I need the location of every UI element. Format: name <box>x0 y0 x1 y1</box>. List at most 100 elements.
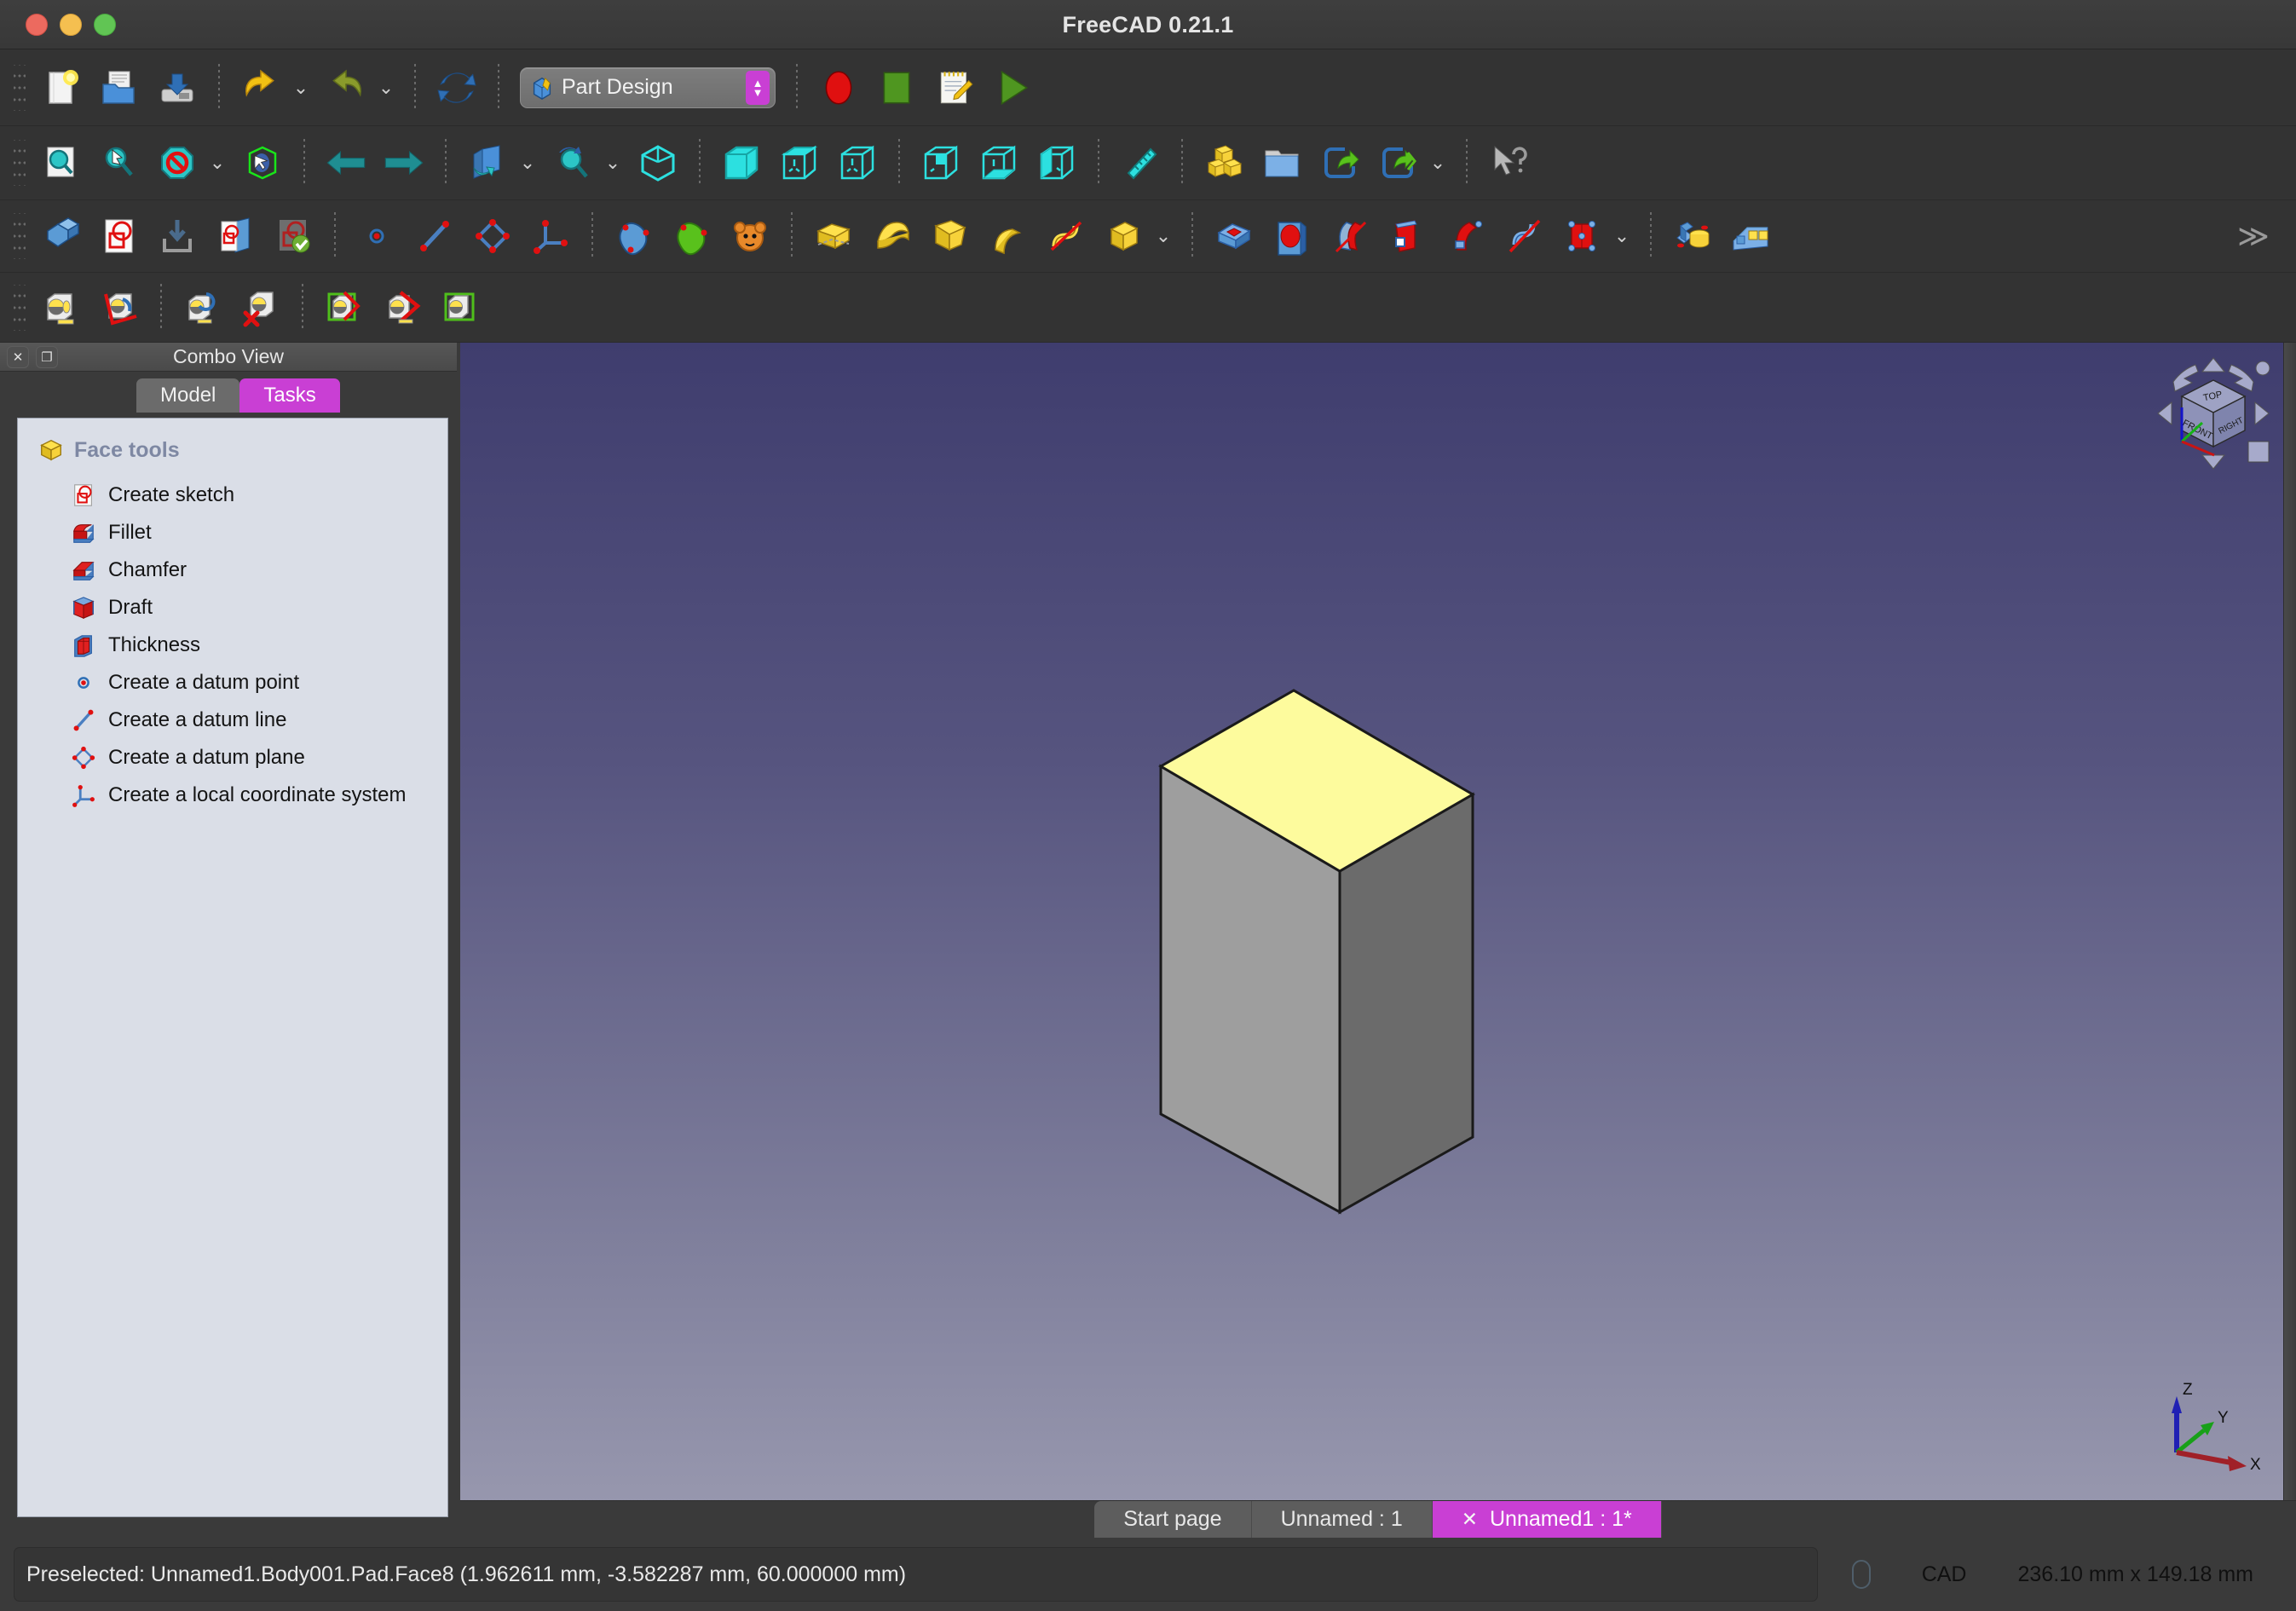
pattern-button[interactable] <box>1724 210 1777 263</box>
datum-plane-button[interactable] <box>466 210 519 263</box>
select-visible-button[interactable] <box>236 136 289 189</box>
task-item-draft[interactable]: Draft <box>71 589 447 626</box>
attach-sketch-button[interactable] <box>151 210 204 263</box>
execute-macro-button[interactable] <box>986 61 1039 114</box>
3d-viewport[interactable]: TOP FRONT RIGHT Z Y X <box>460 343 2296 1536</box>
front-view-button[interactable] <box>715 136 768 189</box>
document-tab-unnamed-1[interactable]: Unnamed : 1 <box>1251 1500 1433 1539</box>
minimize-window-button[interactable] <box>60 13 82 36</box>
subtractive-primitive-dropdown-chevron-icon[interactable]: ⌄ <box>1611 210 1633 263</box>
undo-dropdown-chevron-icon[interactable]: ⌄ <box>290 61 312 114</box>
group-button[interactable] <box>1255 136 1308 189</box>
additive-primitive-button[interactable] <box>1097 210 1150 263</box>
workbench-dropdown-icon[interactable]: ▲ ▼ <box>746 70 770 105</box>
new-document-button[interactable] <box>35 61 88 114</box>
additive-helix-button[interactable] <box>1039 210 1092 263</box>
redo-button[interactable] <box>320 61 372 114</box>
link-actions-dropdown-chevron-icon[interactable]: ⌄ <box>1427 136 1449 189</box>
datum-line-button[interactable] <box>408 210 461 263</box>
link-button[interactable] <box>1313 136 1366 189</box>
subtractive-helix-button[interactable] <box>1497 210 1550 263</box>
zoom-dropdown-chevron-icon[interactable]: ⌄ <box>602 136 624 189</box>
measure-angle-button[interactable] <box>93 281 146 334</box>
groove-button[interactable] <box>1324 210 1376 263</box>
datum-point-button[interactable] <box>350 210 403 263</box>
measure-refresh-button[interactable] <box>176 281 229 334</box>
document-tab-unnamed1-1[interactable]: ✕ Unnamed1 : 1* <box>1432 1500 1662 1539</box>
workbench-selector[interactable]: Part Design ▲ ▼ <box>520 66 776 108</box>
revolution-button[interactable] <box>865 210 918 263</box>
clone-button[interactable] <box>724 210 776 263</box>
measure-tool-button[interactable] <box>35 281 88 334</box>
measure-button[interactable] <box>1114 136 1167 189</box>
additive-pipe-button[interactable] <box>981 210 1034 263</box>
tab-model[interactable]: Model <box>136 378 240 413</box>
forward-button[interactable] <box>378 136 430 189</box>
task-item-create-local-coordinate-system[interactable]: Create a local coordinate system <box>71 777 447 814</box>
right-view-button[interactable] <box>831 136 884 189</box>
isometric-view-button[interactable] <box>632 136 684 189</box>
task-item-fillet[interactable]: Fillet <box>71 514 447 551</box>
task-item-create-datum-point[interactable]: Create a datum point <box>71 664 447 702</box>
subtractive-pipe-button[interactable] <box>1439 210 1492 263</box>
save-document-button[interactable] <box>151 61 204 114</box>
fit-selection-button[interactable] <box>93 136 146 189</box>
undock-icon[interactable]: ❐ <box>36 345 58 368</box>
edit-sketch-button[interactable] <box>209 210 262 263</box>
document-tab-start-page[interactable]: Start page <box>1094 1500 1252 1539</box>
draw-style-button[interactable] <box>151 136 204 189</box>
back-button[interactable] <box>320 136 372 189</box>
subtractive-loft-button[interactable] <box>1382 210 1434 263</box>
navigation-cube[interactable]: TOP FRONT RIGHT <box>2149 349 2277 477</box>
additive-loft-button[interactable] <box>923 210 976 263</box>
macros-button[interactable] <box>928 61 981 114</box>
close-icon[interactable]: ✕ <box>1462 1508 1478 1531</box>
create-body-button[interactable] <box>35 210 88 263</box>
redo-dropdown-chevron-icon[interactable]: ⌄ <box>375 61 397 114</box>
task-item-chamfer[interactable]: Chamfer <box>71 551 447 589</box>
measure-toggle-3d-button[interactable] <box>376 281 429 334</box>
std-views-dropdown-chevron-icon[interactable]: ⌄ <box>516 136 539 189</box>
toolbar-grip[interactable] <box>14 140 26 186</box>
toolbar-grip[interactable] <box>14 64 26 111</box>
std-views-button[interactable] <box>461 136 514 189</box>
left-view-button[interactable] <box>1030 136 1083 189</box>
fit-all-button[interactable] <box>35 136 88 189</box>
close-icon[interactable]: ✕ <box>7 345 29 368</box>
rear-view-button[interactable] <box>914 136 967 189</box>
navigation-style-label[interactable]: CAD <box>1922 1562 1967 1587</box>
create-sketch-button[interactable] <box>93 210 146 263</box>
measure-toggle-delta-button[interactable] <box>434 281 487 334</box>
sub-object-binder-button[interactable] <box>666 210 718 263</box>
close-window-button[interactable] <box>26 13 48 36</box>
top-view-button[interactable] <box>773 136 826 189</box>
shapebinder-button[interactable] <box>608 210 661 263</box>
measure-toggle-all-button[interactable] <box>318 281 371 334</box>
additive-primitive-dropdown-chevron-icon[interactable]: ⌄ <box>1152 210 1174 263</box>
pad-button[interactable] <box>807 210 860 263</box>
undo-button[interactable] <box>234 61 287 114</box>
part-primitives-button[interactable] <box>1197 136 1250 189</box>
zoom-button[interactable] <box>546 136 599 189</box>
whats-this-button[interactable] <box>1482 136 1535 189</box>
toolbar-grip[interactable] <box>14 213 26 259</box>
refresh-button[interactable] <box>430 61 483 114</box>
subtractive-primitive-button[interactable] <box>1555 210 1608 263</box>
local-coordinate-system-button[interactable] <box>524 210 577 263</box>
task-item-create-datum-plane[interactable]: Create a datum plane <box>71 739 447 777</box>
hole-button[interactable] <box>1266 210 1318 263</box>
draw-style-dropdown-chevron-icon[interactable]: ⌄ <box>206 136 228 189</box>
toolbar-overflow-button[interactable]: ≫ <box>2228 210 2279 263</box>
tab-tasks[interactable]: Tasks <box>239 378 340 413</box>
task-item-thickness[interactable]: Thickness <box>71 626 447 664</box>
task-group-header[interactable]: Face tools <box>18 419 447 471</box>
measure-clear-all-button[interactable] <box>234 281 287 334</box>
task-item-create-datum-line[interactable]: Create a datum line <box>71 702 447 739</box>
validate-sketch-button[interactable] <box>267 210 320 263</box>
macro-record-button[interactable] <box>812 61 865 114</box>
open-document-button[interactable] <box>93 61 146 114</box>
task-item-create-sketch[interactable]: Create sketch <box>71 476 447 514</box>
model-pad-box[interactable] <box>460 343 2284 1536</box>
pocket-button[interactable] <box>1208 210 1260 263</box>
maximize-window-button[interactable] <box>94 13 116 36</box>
